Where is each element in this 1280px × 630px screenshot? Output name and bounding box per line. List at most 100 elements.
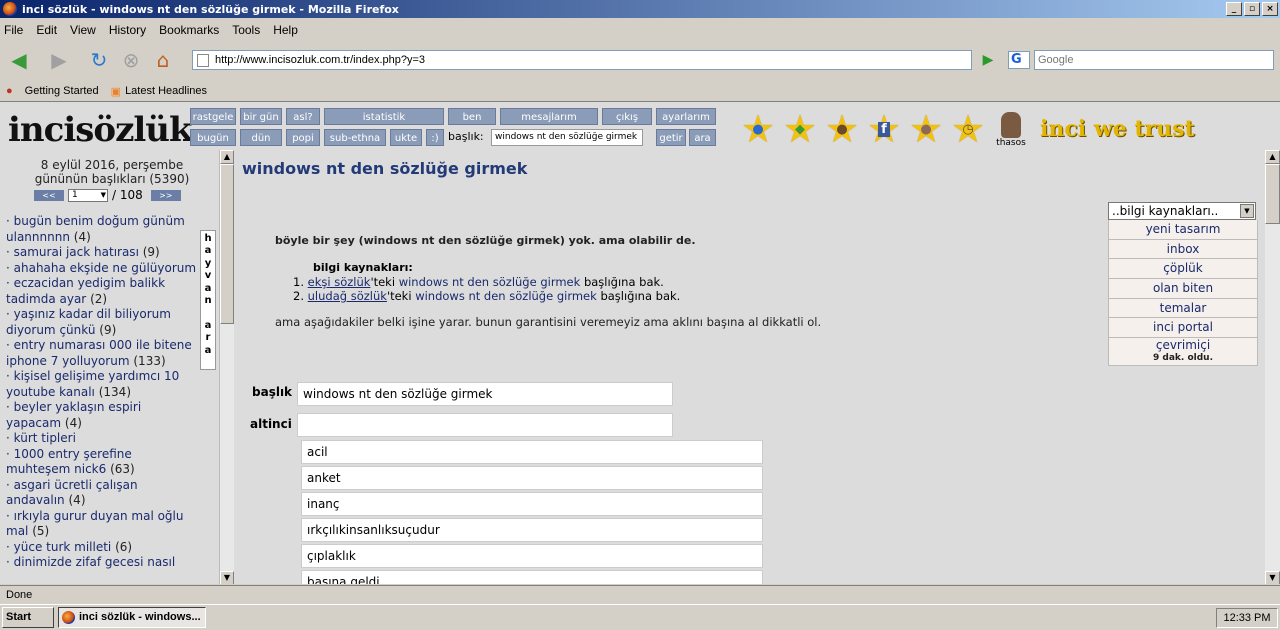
rss-icon: ▣ bbox=[110, 85, 122, 98]
sources-select[interactable]: ..bilgi kaynakları.. ▼ bbox=[1108, 202, 1256, 220]
nav-mesajlarim[interactable]: mesajlarım bbox=[500, 108, 598, 125]
source-site-link[interactable]: ekşi sözlük bbox=[308, 275, 371, 289]
page-title: windows nt den sözlüğe girmek bbox=[242, 159, 528, 178]
nav-bir-gun[interactable]: bir gün bbox=[240, 108, 282, 125]
back-icon[interactable]: ◀ bbox=[6, 47, 32, 73]
list-item[interactable]: · dinimizde zifaf gecesi nasıl bbox=[6, 555, 198, 571]
go-icon[interactable]: ▶ bbox=[978, 50, 998, 70]
thasos-avatar[interactable]: thasos bbox=[995, 112, 1027, 148]
nav-istatistik[interactable]: istatistik bbox=[324, 108, 444, 125]
nav-asl[interactable]: asl? bbox=[286, 108, 320, 125]
list-item[interactable]: · eczacidan yedigim balikk tadimda ayar … bbox=[6, 276, 198, 307]
nav-popi[interactable]: popi bbox=[286, 129, 320, 146]
category-option[interactable]: çıplaklık bbox=[301, 544, 763, 568]
nav-sub-ethna[interactable]: sub-ethna bbox=[324, 129, 386, 146]
category-option[interactable]: anket bbox=[301, 466, 763, 490]
right-item-inci-portal[interactable]: inci portal bbox=[1108, 318, 1258, 339]
facebook-star-icon[interactable]: ★f bbox=[863, 107, 905, 151]
category-option[interactable]: acil bbox=[301, 440, 763, 464]
nav-rastgele[interactable]: rastgele bbox=[190, 108, 236, 125]
minimize-button[interactable]: _ bbox=[1226, 2, 1242, 16]
left-scrollbar[interactable]: ▲ ▼ bbox=[219, 150, 234, 584]
list-item[interactable]: · beyler yaklaşın espiri yapacam (4) bbox=[6, 400, 198, 431]
nav-cikis[interactable]: çıkış bbox=[602, 108, 652, 125]
clock-star-icon[interactable]: ★ ◷ bbox=[947, 107, 989, 151]
reload-icon[interactable]: ↻ bbox=[86, 47, 112, 73]
right-item-cevrimici[interactable]: çevrimiçi 9 dak. oldu. bbox=[1108, 338, 1258, 367]
bookmark-latest-headlines[interactable]: Latest Headlines bbox=[125, 85, 207, 97]
next-page-button[interactable]: >> bbox=[150, 189, 181, 201]
nav-bugun[interactable]: bugün bbox=[190, 129, 236, 146]
menu-file[interactable]: File bbox=[4, 23, 23, 37]
source-topic-link[interactable]: windows nt den sözlüğe girmek bbox=[399, 275, 581, 289]
prev-page-button[interactable]: << bbox=[34, 189, 64, 201]
list-item[interactable]: · entry numarası 000 ile bitene iphone 7… bbox=[6, 338, 198, 369]
taskbar-item-firefox[interactable]: inci sözlük - windows... bbox=[58, 607, 206, 628]
right-item-temalar[interactable]: temalar bbox=[1108, 298, 1258, 319]
scroll-up-arrow[interactable]: ▲ bbox=[220, 150, 234, 164]
right-item-yeni-tasarim[interactable]: yeni tasarım bbox=[1108, 220, 1258, 240]
list-item[interactable]: · bugün benim doğum günüm ulannnnnn (4) bbox=[6, 214, 198, 245]
url-input[interactable]: http://www.incisozluk.com.tr/index.php?y… bbox=[192, 50, 972, 70]
hayvan-ara-tab[interactable]: hayvan ara bbox=[200, 230, 216, 370]
category-option[interactable]: inanç bbox=[301, 492, 763, 516]
getir-button[interactable]: getir bbox=[656, 129, 686, 146]
right-item-olan-biten[interactable]: olan biten bbox=[1108, 279, 1258, 299]
nav-smiley[interactable]: :) bbox=[426, 129, 444, 146]
list-item[interactable]: · kürt tipleri bbox=[6, 431, 198, 447]
main-scrollbar[interactable]: ▲ ▼ bbox=[1265, 150, 1280, 584]
scroll-up-arrow[interactable]: ▲ bbox=[1265, 150, 1280, 164]
list-item[interactable]: · kişisel gelişime yardımcı 10 youtube k… bbox=[6, 369, 198, 400]
menu-view[interactable]: View bbox=[70, 23, 96, 37]
stop-icon[interactable]: ⊗ bbox=[118, 47, 144, 73]
category-option[interactable]: basına geldi bbox=[301, 570, 763, 584]
nav-dun[interactable]: dün bbox=[240, 129, 282, 146]
source-site-link[interactable]: uludağ sözlük bbox=[308, 289, 387, 303]
close-button[interactable]: × bbox=[1262, 2, 1278, 16]
menu-bookmarks[interactable]: Bookmarks bbox=[159, 23, 219, 37]
list-item[interactable]: · yaşınız kadar dil biliyorum diyorum çü… bbox=[6, 307, 198, 338]
ara-button[interactable]: ara bbox=[689, 129, 716, 146]
title-bar: inci sözlük - windows nt den sözlüğe gir… bbox=[0, 0, 1280, 18]
nav-ukte[interactable]: ukte bbox=[390, 129, 422, 146]
list-item[interactable]: · yüce turk milleti (6) bbox=[6, 540, 198, 556]
wizard-star-icon[interactable]: ★ ● bbox=[905, 107, 947, 151]
menu-tools[interactable]: Tools bbox=[232, 23, 260, 37]
menu-edit[interactable]: Edit bbox=[36, 23, 57, 37]
twitter-star-icon[interactable]: ★ ● bbox=[737, 107, 779, 151]
list-item[interactable]: · ahahaha ekşide ne gülüyorum bbox=[6, 261, 198, 277]
bookmark-getting-started[interactable]: Getting Started bbox=[25, 85, 99, 97]
right-item-inbox[interactable]: inbox bbox=[1108, 239, 1258, 260]
google-icon[interactable]: G bbox=[1008, 51, 1030, 69]
maximize-button[interactable]: ▫ bbox=[1244, 2, 1260, 16]
nav-ayarlarim[interactable]: ayarlarım bbox=[656, 108, 716, 125]
drop-star-icon[interactable]: ★ ◆ bbox=[779, 107, 821, 151]
scroll-down-arrow[interactable]: ▼ bbox=[1265, 571, 1280, 584]
start-button[interactable]: Start bbox=[2, 607, 54, 628]
menu-history[interactable]: History bbox=[109, 23, 146, 37]
altinci-input[interactable] bbox=[297, 413, 673, 437]
title-search-input[interactable]: windows nt den sözlüğe girmek bbox=[491, 129, 643, 146]
page-select[interactable]: 1 bbox=[68, 188, 108, 202]
status-bar: Done bbox=[0, 585, 1280, 604]
forward-icon[interactable]: ▶ bbox=[46, 47, 72, 73]
site-logo[interactable]: incisözlük bbox=[8, 110, 193, 150]
list-item[interactable]: · ırkıyla gurur duyan mal oğlu mal (5) bbox=[6, 509, 198, 540]
navigation-toolbar: ◀ ▶ ↻ ⊗ ⌂ http://www.incisozluk.com.tr/i… bbox=[0, 42, 1280, 78]
list-item[interactable]: · 1000 entry şerefine muhteşem nick6 (63… bbox=[6, 447, 198, 478]
left-scroll-thumb[interactable] bbox=[220, 164, 234, 324]
list-item[interactable]: · asgari ücretli çalışan andavalın (4) bbox=[6, 478, 198, 509]
baslik-input[interactable]: windows nt den sözlüğe girmek bbox=[297, 382, 673, 406]
pager: << 1 / 108 >> bbox=[34, 188, 181, 202]
home-icon[interactable]: ⌂ bbox=[150, 47, 176, 73]
main-scroll-thumb[interactable] bbox=[1265, 164, 1280, 224]
scroll-down-arrow[interactable]: ▼ bbox=[220, 571, 234, 584]
category-option[interactable]: ırkçılıkinsanlıksuçudur bbox=[301, 518, 763, 542]
face-star-icon[interactable]: ★ ● bbox=[821, 107, 863, 151]
right-item-copluk[interactable]: çöplük bbox=[1108, 259, 1258, 280]
search-input[interactable]: Google bbox=[1034, 50, 1274, 70]
menu-help[interactable]: Help bbox=[273, 23, 298, 37]
nav-ben[interactable]: ben bbox=[448, 108, 496, 125]
list-item[interactable]: · samurai jack hatırası (9) bbox=[6, 245, 198, 261]
source-topic-link[interactable]: windows nt den sözlüğe girmek bbox=[415, 289, 597, 303]
